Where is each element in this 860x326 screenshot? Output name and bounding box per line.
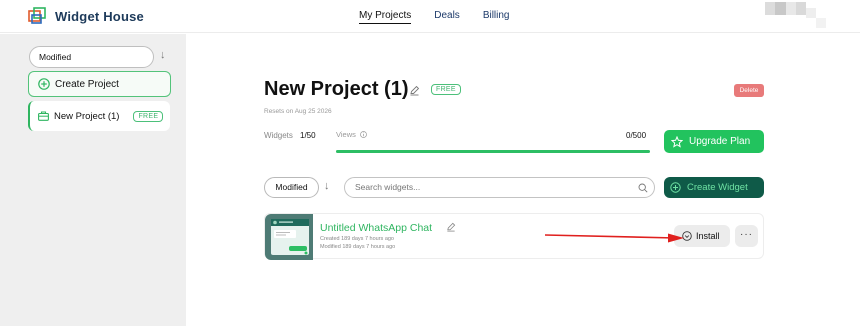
views-count: 0/500	[626, 131, 647, 140]
search-widgets-field[interactable]	[344, 177, 655, 198]
search-icon[interactable]	[638, 183, 648, 193]
main-nav: My Projects Deals Billing	[359, 10, 510, 24]
views-label: Views	[336, 130, 367, 139]
page-title: New Project (1)	[264, 78, 409, 100]
install-button[interactable]: Install	[674, 225, 730, 247]
reset-date: Resets on Aug 25 2026	[264, 108, 332, 115]
widget-house-logo-icon	[28, 7, 46, 24]
nav-my-projects[interactable]: My Projects	[359, 10, 412, 24]
create-project-button[interactable]: Create Project	[28, 71, 171, 97]
arrow-down-icon[interactable]: ↓	[324, 180, 330, 192]
arrow-down-icon[interactable]: ↓	[160, 49, 166, 61]
widget-modified-time: Modified 189 days 7 hours ago	[320, 244, 396, 250]
delete-button[interactable]: Delete	[734, 84, 764, 97]
upgrade-plan-button[interactable]: Upgrade Plan	[664, 130, 764, 153]
create-widget-label: Create Widget	[687, 182, 748, 193]
pencil-icon[interactable]	[409, 85, 420, 96]
chat-preview-image	[271, 219, 309, 255]
widget-created-time: Created 189 days 7 hours ago	[320, 236, 394, 242]
nav-deals[interactable]: Deals	[434, 10, 460, 24]
views-progress-fill	[336, 150, 650, 153]
widget-sort-select[interactable]: Modified	[264, 177, 319, 198]
upgrade-plan-label: Upgrade Plan	[689, 136, 751, 147]
app-name: Widget House	[55, 8, 144, 24]
widget-card[interactable]: Untitled WhatsApp Chat Created 189 days …	[264, 213, 764, 260]
search-input[interactable]	[355, 182, 625, 192]
sidebar-sort-select[interactable]: Modified	[29, 46, 154, 68]
plan-badge: FREE	[431, 84, 461, 95]
info-icon[interactable]	[360, 131, 367, 138]
widgets-count: 1/50	[300, 131, 316, 140]
plus-circle-icon	[38, 78, 50, 90]
widget-preview	[271, 219, 309, 255]
widgets-label: Widgets	[264, 131, 293, 140]
views-progress-bar	[336, 150, 650, 153]
widget-thumbnail[interactable]	[265, 214, 313, 260]
star-icon	[671, 135, 683, 148]
logo[interactable]: Widget House	[28, 7, 144, 25]
plan-badge: FREE	[133, 110, 164, 122]
top-bar: Widget House My Projects Deals Billing	[0, 0, 860, 33]
widget-name-link[interactable]: Untitled WhatsApp Chat	[320, 222, 432, 234]
sidebar-project-name: New Project (1)	[54, 110, 120, 122]
profile-avatar[interactable]	[765, 2, 827, 35]
download-circle-icon	[682, 231, 692, 241]
plus-circle-icon	[670, 182, 681, 193]
pencil-icon[interactable]	[446, 222, 456, 232]
sidebar-item-project[interactable]: New Project (1) FREE	[28, 101, 170, 131]
nav-billing[interactable]: Billing	[483, 10, 510, 24]
briefcase-icon	[38, 111, 49, 121]
create-project-label: Create Project	[55, 78, 119, 90]
views-label-text: Views	[336, 130, 356, 139]
create-widget-button[interactable]: Create Widget	[664, 177, 764, 198]
more-options-button[interactable]: ···	[735, 225, 758, 247]
install-label: Install	[696, 231, 720, 241]
